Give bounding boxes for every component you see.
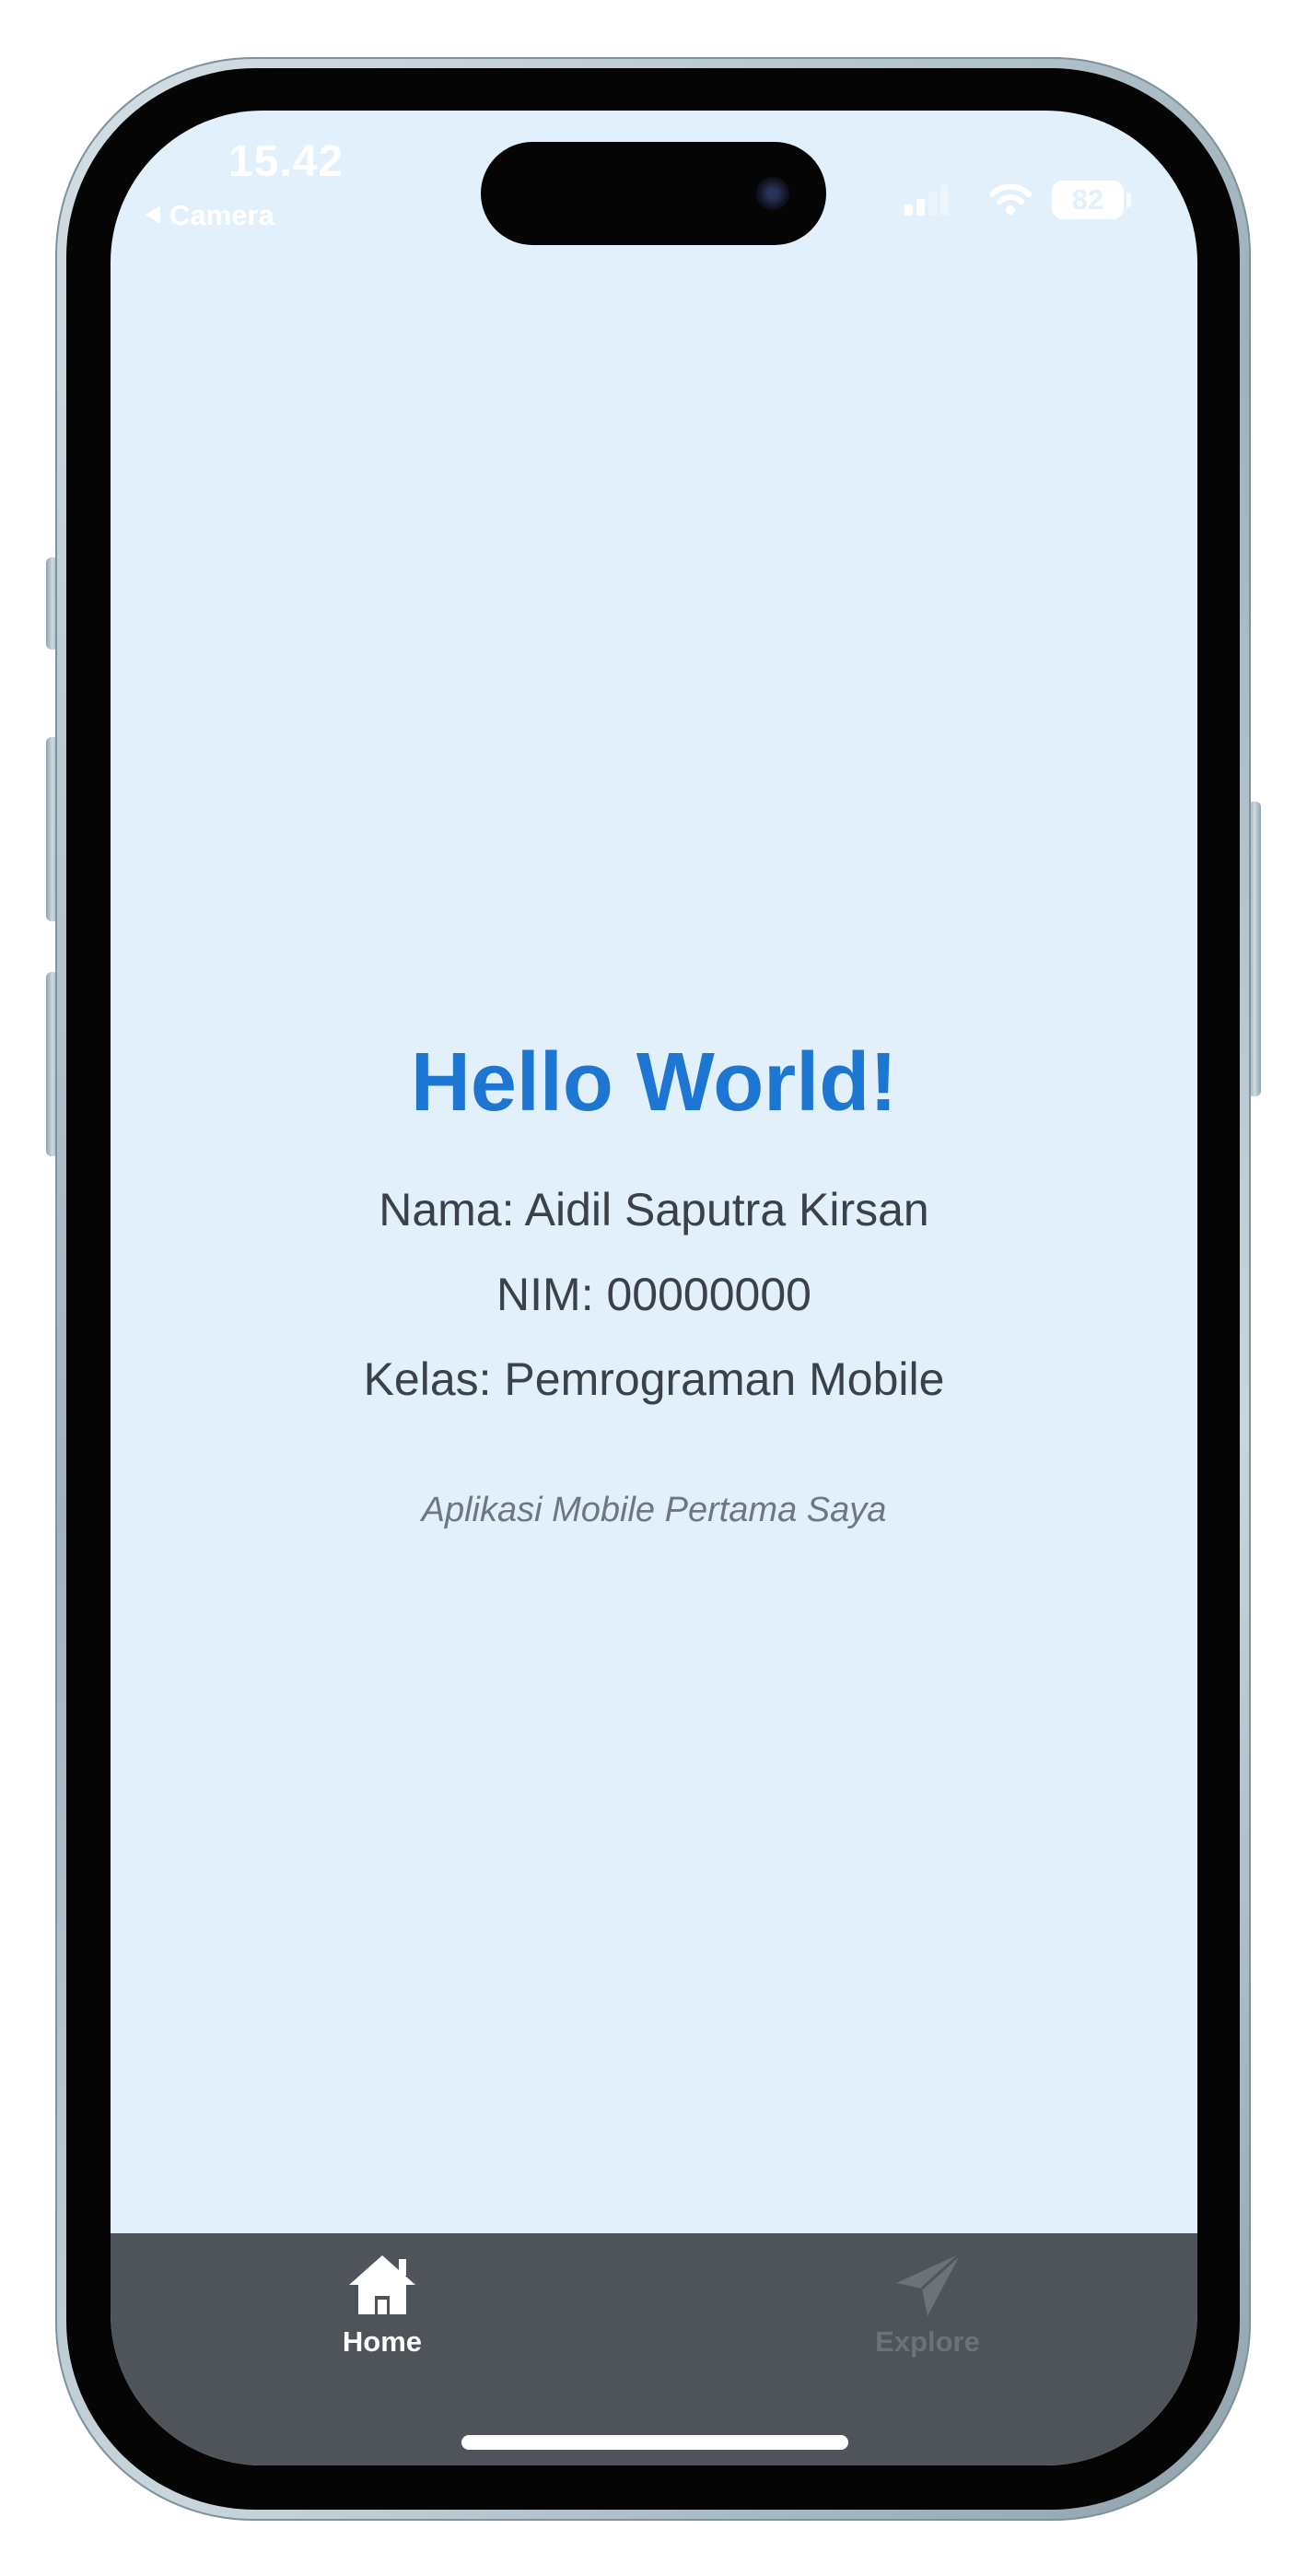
signal-bar [904,205,913,216]
paper-plane-icon [896,2252,963,2316]
page-title: Hello World! [410,1036,898,1129]
signal-icon [904,184,951,216]
signal-bar [928,192,937,216]
battery-indicator: 82 [1052,181,1131,219]
signal-bar [916,199,925,216]
page: 15.42 Camera 82 Hello World! Nama: Aidil… [0,0,1307,2576]
tab-explore[interactable]: Explore [789,2233,1066,2371]
front-camera-icon [756,177,789,210]
back-to-app-link[interactable]: Camera [146,199,274,232]
kelas-text: Kelas: Pemrograman Mobile [363,1353,945,1405]
dynamic-island [481,142,826,245]
tab-explore-label: Explore [875,2325,980,2358]
home-indicator[interactable] [461,2435,848,2450]
back-chevron-icon [146,205,160,224]
signal-bar [940,184,949,216]
status-time: 15.42 [228,137,344,186]
back-app-label: Camera [169,199,274,231]
home-icon [349,2255,415,2314]
tagline-text: Aplikasi Mobile Pertama Saya [421,1491,887,1529]
phone-screen: 15.42 Camera 82 Hello World! Nama: Aidil… [111,111,1197,2465]
bottom-tab-bar: Home Explore [111,2233,1197,2465]
nim-text: NIM: 00000000 [496,1269,811,1320]
wifi-icon [989,183,1032,215]
nama-text: Nama: Aidil Saputra Kirsan [379,1184,929,1235]
tab-home-label: Home [342,2325,423,2358]
tab-home[interactable]: Home [244,2233,520,2371]
